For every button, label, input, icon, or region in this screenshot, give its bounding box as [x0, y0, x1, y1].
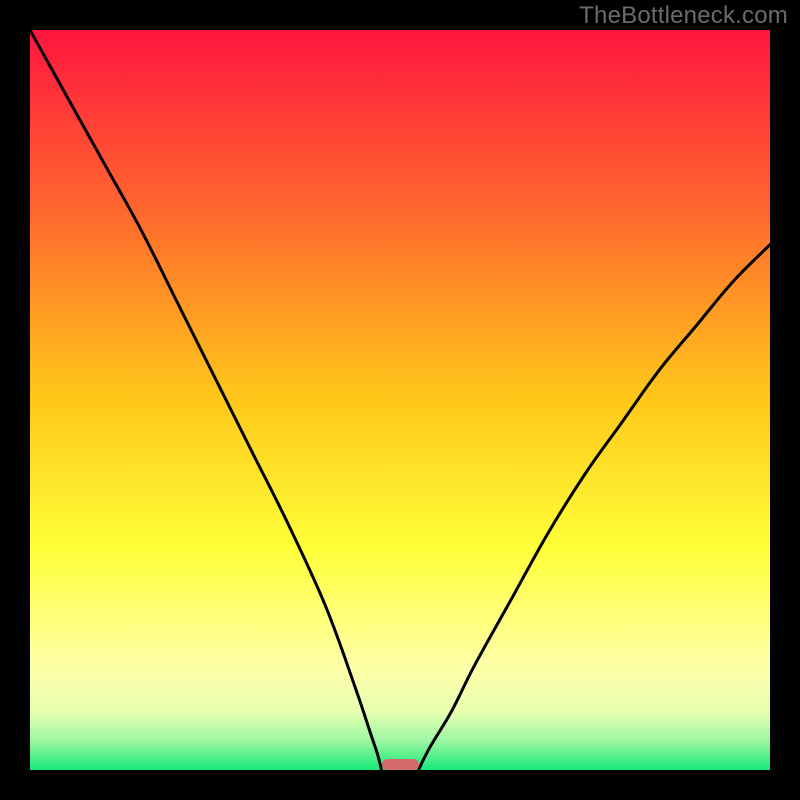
chart-frame: TheBottleneck.com [0, 0, 800, 800]
minimum-marker [382, 759, 419, 770]
curve-layer [30, 30, 770, 770]
left-curve [30, 30, 382, 770]
right-curve [419, 245, 771, 770]
plot-area [30, 30, 770, 770]
watermark-text: TheBottleneck.com [579, 2, 788, 30]
